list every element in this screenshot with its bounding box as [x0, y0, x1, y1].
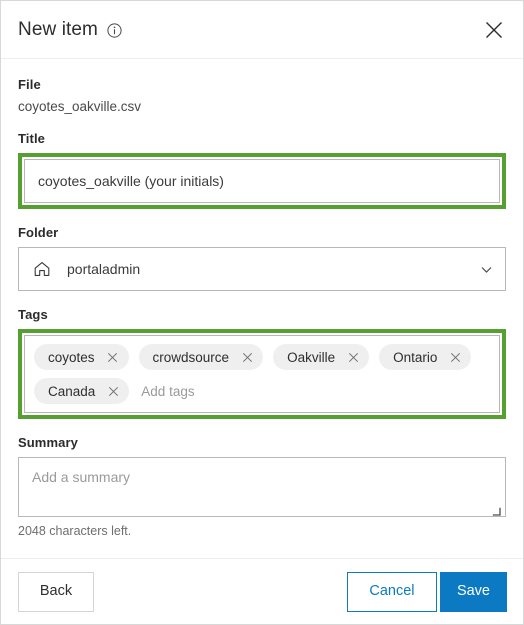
tag-remove-icon[interactable] — [106, 350, 120, 364]
save-button[interactable]: Save — [439, 571, 507, 612]
tag-chip: Oakville — [273, 344, 370, 370]
folder-selected-value: portaladmin — [67, 261, 141, 277]
new-item-dialog: New item File coyotes_oakville.csv Title — [0, 0, 524, 625]
dialog-footer: Back Cancel Save — [1, 558, 523, 624]
tag-label: Canada — [48, 383, 96, 399]
summary-textarea[interactable] — [18, 457, 506, 517]
add-tags-input[interactable] — [139, 378, 491, 404]
title-highlight-annotation — [18, 153, 506, 209]
dialog-header: New item — [1, 1, 523, 59]
tag-chip: crowdsource — [138, 344, 264, 370]
back-button[interactable]: Back — [18, 571, 94, 612]
dialog-body: File coyotes_oakville.csv Title Folder p… — [1, 59, 523, 558]
cancel-button[interactable]: Cancel — [346, 571, 437, 612]
folder-select[interactable]: portaladmin — [18, 247, 506, 291]
tag-label: Ontario — [393, 349, 438, 365]
tag-chip: coyotes — [34, 344, 129, 370]
file-name-value: coyotes_oakville.csv — [18, 99, 142, 114]
tag-label: crowdsource — [152, 349, 230, 365]
home-icon — [32, 260, 51, 279]
tags-highlight-annotation: coyotes crowdsource Oakville Ontario Can… — [18, 329, 506, 419]
page-title: New item — [18, 18, 98, 40]
summary-label: Summary — [18, 435, 78, 450]
tag-remove-icon[interactable] — [448, 350, 462, 364]
file-label: File — [18, 77, 41, 92]
tag-chip: Ontario — [379, 344, 472, 370]
tag-chip: Canada — [34, 378, 130, 404]
tags-label: Tags — [18, 307, 48, 322]
tag-label: coyotes — [48, 349, 95, 365]
tag-remove-icon[interactable] — [240, 350, 254, 364]
title-input[interactable] — [24, 159, 500, 203]
chevron-down-icon — [479, 262, 493, 276]
character-count: 2048 characters left. — [18, 524, 132, 538]
close-icon[interactable] — [481, 17, 507, 43]
title-label: Title — [18, 131, 45, 146]
summary-wrapper — [18, 457, 506, 517]
info-circle-icon[interactable] — [107, 23, 122, 38]
tag-remove-icon[interactable] — [346, 350, 360, 364]
folder-label: Folder — [18, 225, 59, 240]
tag-label: Oakville — [287, 349, 336, 365]
tags-field[interactable]: coyotes crowdsource Oakville Ontario Can… — [24, 335, 500, 413]
tag-remove-icon[interactable] — [106, 384, 120, 398]
